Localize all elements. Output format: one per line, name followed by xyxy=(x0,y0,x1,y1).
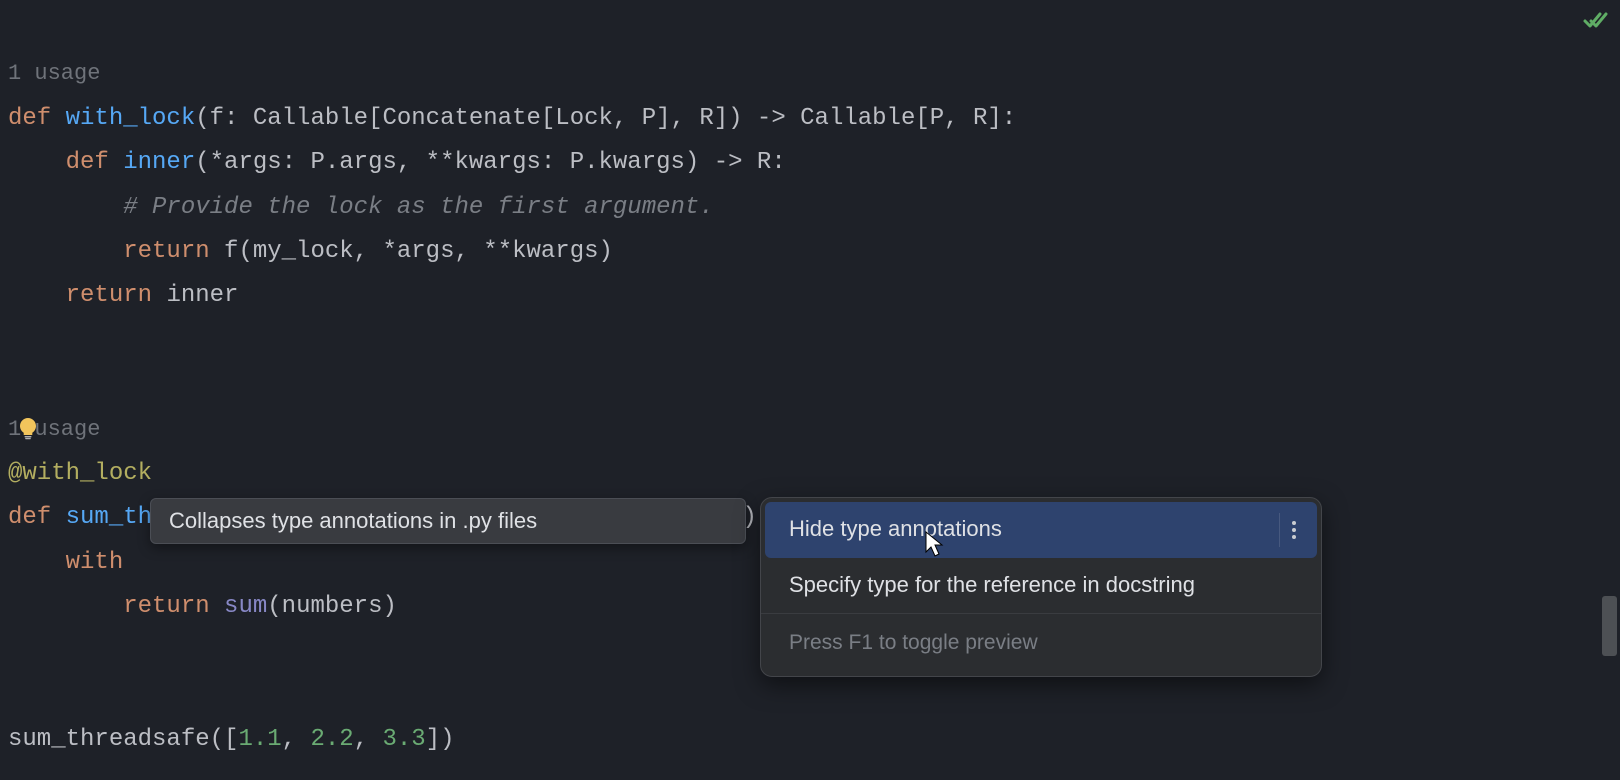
popup-item-hide-annotations[interactable]: Hide type annotations xyxy=(765,502,1317,558)
indent xyxy=(8,149,66,176)
code-text: (*args: P.args, **kwargs: P.kwargs) -> R… xyxy=(195,149,786,176)
number-literal: 1.1 xyxy=(238,726,281,753)
code-text: inner xyxy=(166,282,238,309)
popup-footer-hint: Press F1 to toggle preview xyxy=(761,613,1321,676)
indent xyxy=(8,593,123,620)
keyword-def: def xyxy=(8,504,66,531)
scrollbar-thumb[interactable] xyxy=(1602,596,1617,656)
indent xyxy=(8,282,66,309)
indent xyxy=(8,194,123,221)
number-literal: 3.3 xyxy=(383,726,426,753)
popup-item-label: Specify type for the reference in docstr… xyxy=(789,565,1195,606)
code-text: (numbers) xyxy=(267,593,397,620)
keyword-def: def xyxy=(8,105,66,132)
code-text: , xyxy=(282,726,311,753)
number-literal: 2.2 xyxy=(310,726,353,753)
keyword-return: return xyxy=(123,238,224,265)
comment: # Provide the lock as the first argument… xyxy=(123,194,714,221)
intention-tooltip: Collapses type annotations in .py files xyxy=(150,498,746,544)
function-name: with_lock xyxy=(66,105,196,132)
tooltip-text: Collapses type annotations in .py files xyxy=(169,501,537,542)
popup-item-specify-docstring[interactable]: Specify type for the reference in docstr… xyxy=(761,558,1321,614)
intention-bulb-icon[interactable] xyxy=(18,417,38,441)
code-text: (f: Callable[Concatenate[Lock, P], R]) -… xyxy=(195,105,1016,132)
decorator: @with_lock xyxy=(8,460,152,487)
code-text: f(my_lock, *args, **kwargs) xyxy=(224,238,613,265)
usage-hint[interactable]: 1 usage xyxy=(8,61,100,86)
indent xyxy=(8,549,66,576)
keyword-with: with xyxy=(66,549,138,576)
code-text: ]) xyxy=(426,726,455,753)
inspection-ok-icon[interactable] xyxy=(1582,8,1610,53)
keyword-def: def xyxy=(66,149,124,176)
popup-item-label: Hide type annotations xyxy=(789,509,1002,550)
code-text: , xyxy=(354,726,383,753)
code-text: sum_threadsafe([ xyxy=(8,726,238,753)
intention-popup: Hide type annotations Specify type for t… xyxy=(760,497,1322,677)
keyword-return: return xyxy=(123,593,224,620)
indent xyxy=(8,238,123,265)
more-options-icon[interactable] xyxy=(1279,513,1307,547)
keyword-return: return xyxy=(66,282,167,309)
builtin-sum: sum xyxy=(224,593,267,620)
function-name: inner xyxy=(123,149,195,176)
